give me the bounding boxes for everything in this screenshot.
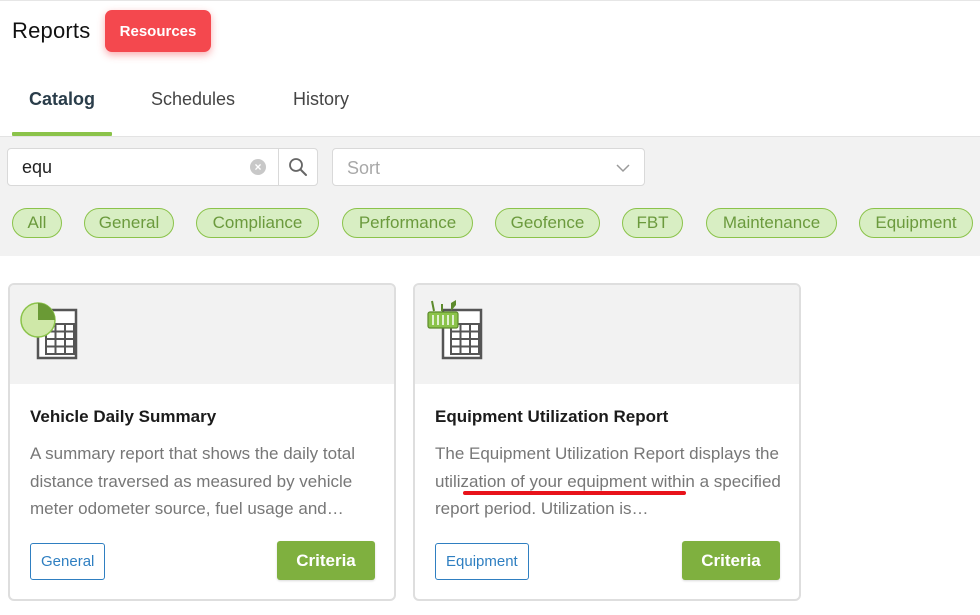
- active-tab-indicator: [12, 132, 112, 136]
- header: Reports Resources: [0, 0, 980, 62]
- category-tag[interactable]: Equipment: [435, 543, 529, 580]
- equipment-spreadsheet-icon: [427, 300, 483, 360]
- search-icon: [289, 158, 307, 176]
- report-card-vehicle-daily-summary[interactable]: Vehicle Daily Summary A summary report t…: [8, 283, 396, 601]
- search-input[interactable]: [8, 149, 248, 185]
- chip-general[interactable]: General: [84, 208, 174, 238]
- card-title: Equipment Utilization Report: [435, 407, 669, 426]
- chip-equipment[interactable]: Equipment: [859, 208, 973, 238]
- card-description: The Equipment Utilization Report display…: [435, 444, 781, 518]
- tab-bar: Catalog Schedules History: [0, 62, 980, 137]
- resources-button[interactable]: Resources: [105, 10, 211, 52]
- chevron-down-icon: [616, 164, 630, 173]
- card-header: [10, 285, 394, 384]
- tab-history[interactable]: History: [278, 62, 364, 136]
- search-box: ×: [7, 148, 279, 186]
- tab-schedules[interactable]: Schedules: [138, 62, 248, 136]
- card-description: A summary report that shows the daily to…: [30, 444, 356, 518]
- criteria-button[interactable]: Criteria: [682, 541, 780, 580]
- chip-all[interactable]: All: [12, 208, 62, 238]
- search-button[interactable]: [278, 148, 318, 186]
- report-card-equipment-utilization[interactable]: Equipment Utilization Report The Equipme…: [413, 283, 801, 601]
- clear-icon[interactable]: ×: [250, 159, 266, 175]
- sort-placeholder: Sort: [347, 158, 381, 178]
- card-title: Vehicle Daily Summary: [30, 407, 217, 426]
- category-tag[interactable]: General: [30, 543, 106, 580]
- criteria-button[interactable]: Criteria: [277, 541, 375, 580]
- sort-select[interactable]: Sort: [332, 148, 645, 186]
- chip-maintenance[interactable]: Maintenance: [706, 208, 837, 238]
- tab-catalog[interactable]: Catalog: [12, 62, 112, 136]
- chip-fbt[interactable]: FBT: [622, 208, 683, 238]
- chip-compliance[interactable]: Compliance: [196, 208, 319, 238]
- chip-geofence[interactable]: Geofence: [495, 208, 600, 238]
- page-title: Reports: [12, 18, 91, 43]
- card-header: [415, 285, 799, 384]
- filter-area: × Sort All General Compliance Performanc…: [0, 137, 980, 256]
- pie-chart-spreadsheet-icon: [20, 302, 78, 360]
- chip-performance[interactable]: Performance: [342, 208, 473, 238]
- annotation-underline: [463, 491, 686, 495]
